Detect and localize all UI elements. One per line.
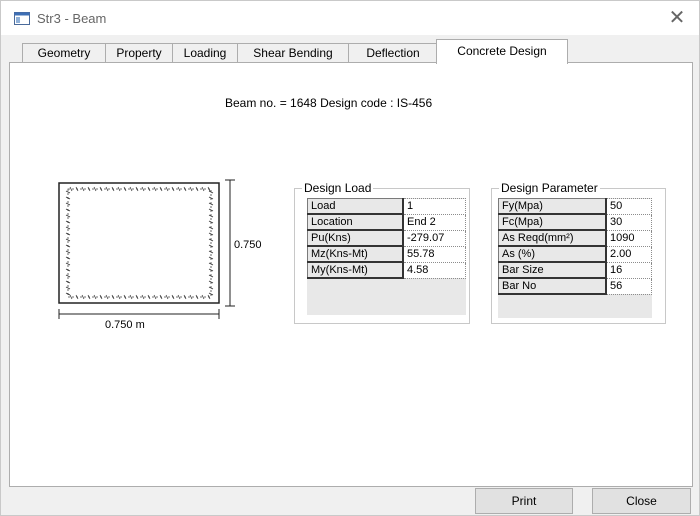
tab-concrete-design[interactable]: Concrete Design xyxy=(436,39,568,64)
as-reqd-key: As Reqd(mm²) xyxy=(498,229,607,247)
table-row: Bar No 56 xyxy=(498,277,652,295)
bar-no-key: Bar No xyxy=(498,277,607,295)
design-load-title: Design Load xyxy=(304,181,372,195)
table-row: Fc(Mpa) 30 xyxy=(498,213,652,231)
design-parameter-table: Fy(Mpa) 50 Fc(Mpa) 30 As Reqd(mm²) 1090 As … xyxy=(498,198,652,295)
tab-property[interactable]: Property xyxy=(105,43,173,63)
beam-cross-section-drawing xyxy=(58,179,235,319)
table-row: Pu(Kns) -279.07 xyxy=(307,229,466,247)
beam-window: Str3 - Beam ✕ Geometry Property Loading … xyxy=(0,0,700,516)
load-key: Load xyxy=(307,198,404,215)
design-load-table: Load 1 Location End 2 Pu(Kns) -279.07 Mz(Kn… xyxy=(307,198,466,279)
fy-value[interactable]: 50 xyxy=(605,198,652,215)
table-row: Mz(Kns-Mt) 55.78 xyxy=(307,245,466,263)
mz-key: Mz(Kns-Mt) xyxy=(307,245,404,263)
table-row: Load 1 xyxy=(307,198,466,215)
mz-value[interactable]: 55.78 xyxy=(402,245,466,263)
close-button[interactable]: Close xyxy=(592,488,691,514)
design-parameter-title: Design Parameter xyxy=(501,181,598,195)
as-percent-key: As (%) xyxy=(498,245,607,263)
my-key: My(Kns-Mt) xyxy=(307,261,404,279)
table-row: Fy(Mpa) 50 xyxy=(498,198,652,215)
my-value[interactable]: 4.58 xyxy=(402,261,466,279)
print-button[interactable]: Print xyxy=(475,488,573,514)
location-value[interactable]: End 2 xyxy=(402,213,466,231)
bar-size-key: Bar Size xyxy=(498,261,607,279)
section-height-label: 0.750 xyxy=(234,239,262,251)
bar-size-value[interactable]: 16 xyxy=(605,261,652,279)
table-row: As Reqd(mm²) 1090 xyxy=(498,229,652,247)
table-row: Bar Size 16 xyxy=(498,261,652,279)
window-title: Str3 - Beam xyxy=(37,11,107,26)
window-close-icon[interactable]: ✕ xyxy=(663,4,691,32)
fc-key: Fc(Mpa) xyxy=(498,213,607,231)
tab-shear-bending[interactable]: Shear Bending xyxy=(237,43,349,63)
table-row: As (%) 2.00 xyxy=(498,245,652,263)
beam-design-header: Beam no. = 1648 Design code : IS-456 xyxy=(225,96,433,110)
tab-deflection[interactable]: Deflection xyxy=(348,43,438,63)
location-key: Location xyxy=(307,213,404,231)
tab-geometry[interactable]: Geometry xyxy=(22,43,106,63)
bar-no-value[interactable]: 56 xyxy=(605,277,652,295)
title-bar[interactable]: Str3 - Beam ✕ xyxy=(1,1,699,35)
section-width-label: 0.750 m xyxy=(105,319,145,331)
pu-key: Pu(Kns) xyxy=(307,229,404,247)
table-row: Location End 2 xyxy=(307,213,466,231)
pu-value[interactable]: -279.07 xyxy=(402,229,466,247)
tab-loading[interactable]: Loading xyxy=(172,43,238,63)
app-window-icon xyxy=(14,12,30,25)
as-percent-value[interactable]: 2.00 xyxy=(605,245,652,263)
as-reqd-value[interactable]: 1090 xyxy=(605,229,652,247)
load-value[interactable]: 1 xyxy=(402,198,466,215)
fc-value[interactable]: 30 xyxy=(605,213,652,231)
fy-key: Fy(Mpa) xyxy=(498,198,607,215)
table-row: My(Kns-Mt) 4.58 xyxy=(307,261,466,279)
